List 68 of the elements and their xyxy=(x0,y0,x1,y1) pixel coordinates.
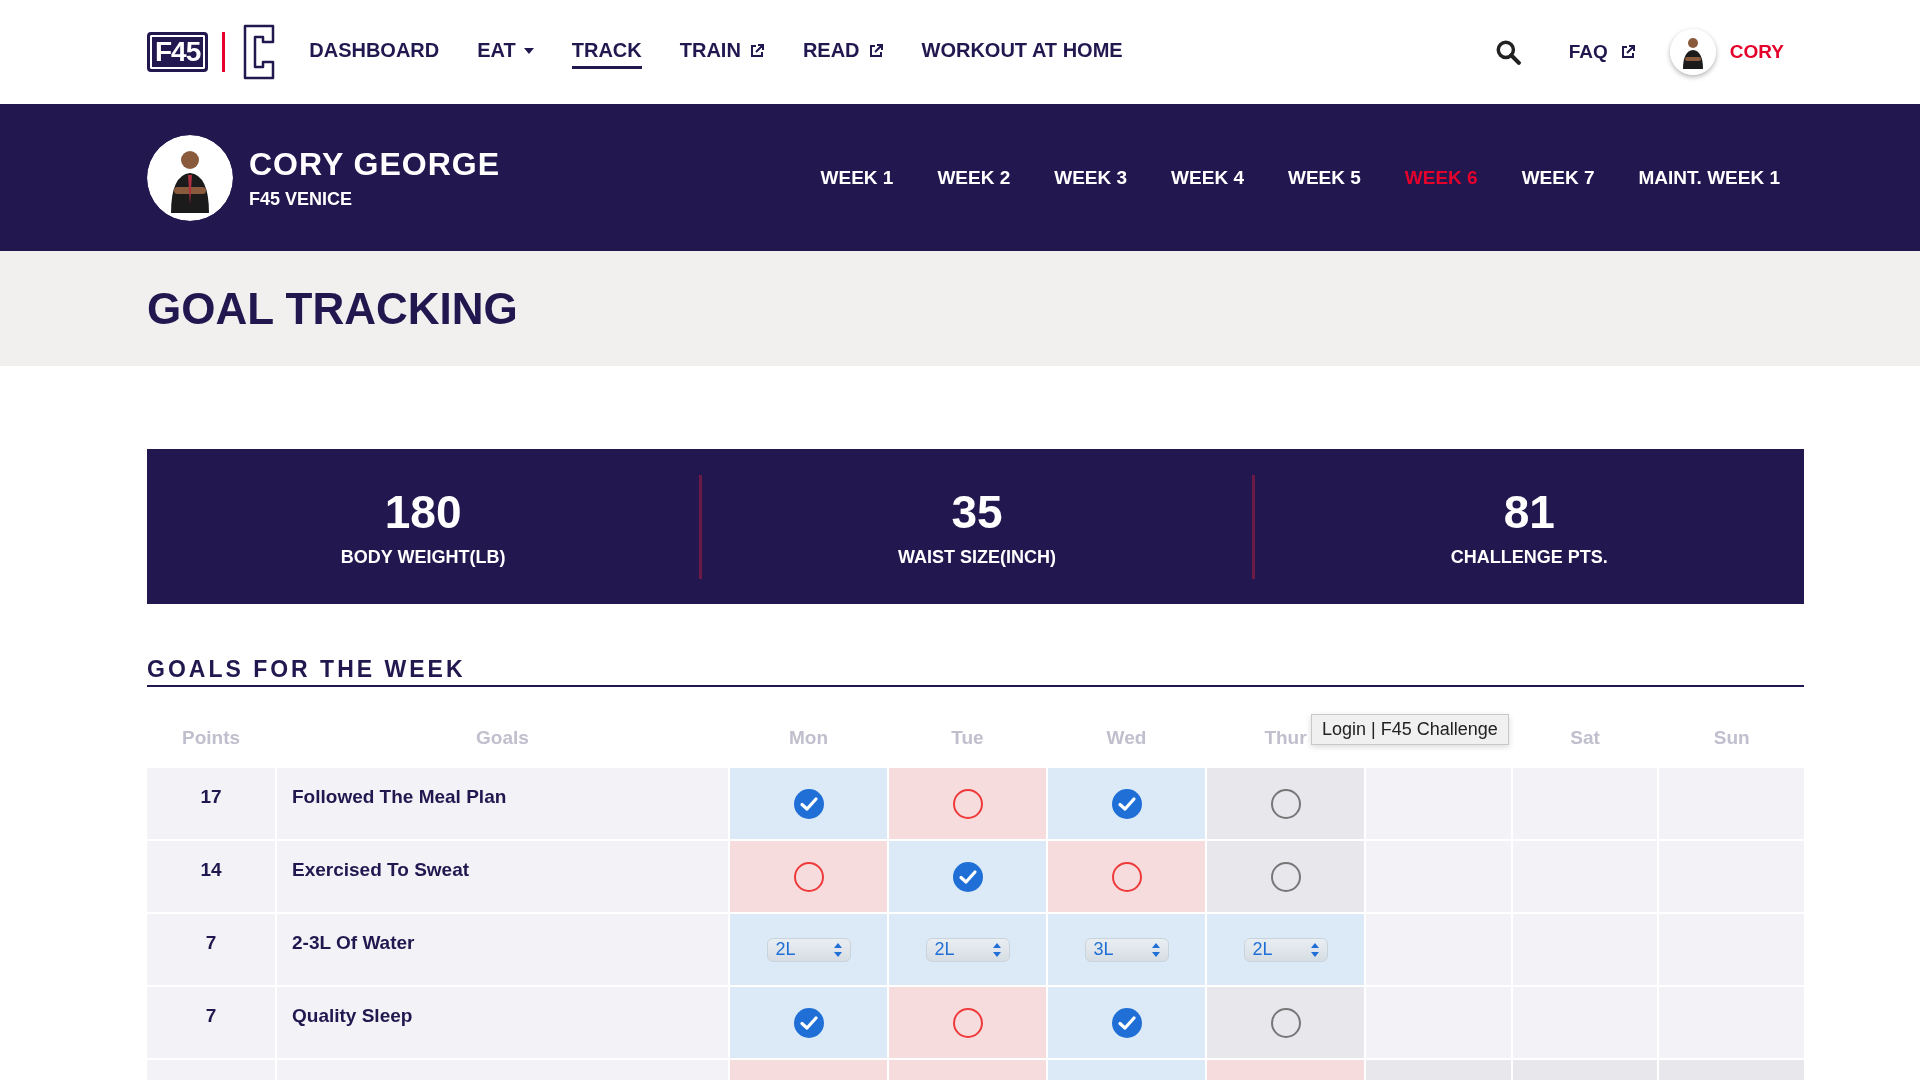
page-title: GOAL TRACKING xyxy=(147,283,519,334)
column-header: Goals xyxy=(476,726,529,749)
checked-icon[interactable] xyxy=(1111,788,1142,819)
stat-value: 81 xyxy=(1502,485,1556,539)
table-cell: 7 xyxy=(147,914,275,985)
faq-link[interactable]: FAQ xyxy=(1568,41,1636,63)
table-cell: Followed The Meal Plan xyxy=(277,768,728,839)
table-cell: 2-3L Of Water xyxy=(277,914,728,985)
empty-circle-icon[interactable] xyxy=(1111,861,1142,892)
amount-select[interactable]: 2L xyxy=(766,937,851,962)
nav-link[interactable]: TRACK xyxy=(571,35,642,69)
week-tab[interactable]: WEEK 1 xyxy=(820,166,894,189)
checked-icon[interactable] xyxy=(793,788,824,819)
week-tab[interactable]: WEEK 5 xyxy=(1287,166,1361,189)
empty-circle-icon[interactable] xyxy=(1270,1007,1301,1038)
spinner-icon xyxy=(1151,942,1160,957)
empty-circle-icon[interactable] xyxy=(1270,788,1301,819)
week-tab[interactable]: WEEK 3 xyxy=(1054,166,1128,189)
nav-link[interactable]: WORKOUT AT HOME xyxy=(921,35,1123,69)
nav-link[interactable]: DASHBOARD xyxy=(309,35,440,69)
table-cell: Quality Sleep xyxy=(277,987,728,1058)
search-icon[interactable] xyxy=(1494,39,1521,65)
column-header: Points xyxy=(181,726,241,749)
empty-circle-icon[interactable] xyxy=(793,861,824,892)
column-header: Sun xyxy=(1713,726,1750,749)
nav-link[interactable]: EAT xyxy=(477,35,534,69)
empty-circle-icon[interactable] xyxy=(952,788,983,819)
section-heading: GOALS FOR THE WEEK xyxy=(147,656,1804,687)
empty-circle-icon[interactable] xyxy=(952,1007,983,1038)
external-link-icon xyxy=(867,42,884,59)
column-header: Thur xyxy=(1264,726,1307,749)
spinner-icon xyxy=(1310,942,1319,957)
amount-select[interactable]: 2L xyxy=(925,937,1010,962)
nav-link[interactable]: READ xyxy=(802,35,884,69)
column-header: Tue xyxy=(951,726,984,749)
week-tab[interactable]: MAINT. WEEK 1 xyxy=(1638,166,1780,189)
nav-link[interactable]: TRAIN xyxy=(679,35,765,69)
external-link-icon xyxy=(1619,44,1636,60)
column-header: Sat xyxy=(1570,726,1600,749)
spinner-icon xyxy=(992,942,1001,957)
stat-label: WAIST SIZE(INCH) xyxy=(897,547,1057,568)
stat-label: BODY WEIGHT(LB) xyxy=(339,547,507,568)
external-link-icon xyxy=(748,42,765,59)
week-tab[interactable]: WEEK 2 xyxy=(937,166,1011,189)
column-header: Wed xyxy=(1106,726,1147,749)
amount-select[interactable]: 2L xyxy=(1243,937,1328,962)
brand-logo[interactable]: F45 xyxy=(147,32,209,72)
table-cell: 14 xyxy=(147,841,275,912)
checked-icon[interactable] xyxy=(1111,1007,1142,1038)
stat-value: 180 xyxy=(383,485,463,539)
table-cell: Exercised To Sweat xyxy=(277,841,728,912)
stat-label: CHALLENGE PTS. xyxy=(1449,547,1609,568)
column-header: Mon xyxy=(788,726,828,749)
user-name[interactable]: CORY xyxy=(1729,41,1784,63)
week-tab[interactable]: WEEK 4 xyxy=(1171,166,1244,189)
table-cell: 7 xyxy=(147,987,275,1058)
checked-icon[interactable] xyxy=(793,1007,824,1038)
profile-name: CORY GEORGE xyxy=(249,145,501,183)
spinner-icon xyxy=(833,942,842,957)
caret-icon xyxy=(523,47,534,54)
studio-name: F45 VENICE xyxy=(249,188,354,210)
week-tab[interactable]: WEEK 7 xyxy=(1521,166,1595,189)
stat-value: 35 xyxy=(950,485,1004,539)
checked-icon[interactable] xyxy=(952,861,983,892)
table-cell: 17 xyxy=(147,768,275,839)
amount-select[interactable]: 3L xyxy=(1084,937,1169,962)
empty-circle-icon[interactable] xyxy=(1270,861,1301,892)
tooltip: Login | F45 Challenge xyxy=(1311,714,1509,745)
